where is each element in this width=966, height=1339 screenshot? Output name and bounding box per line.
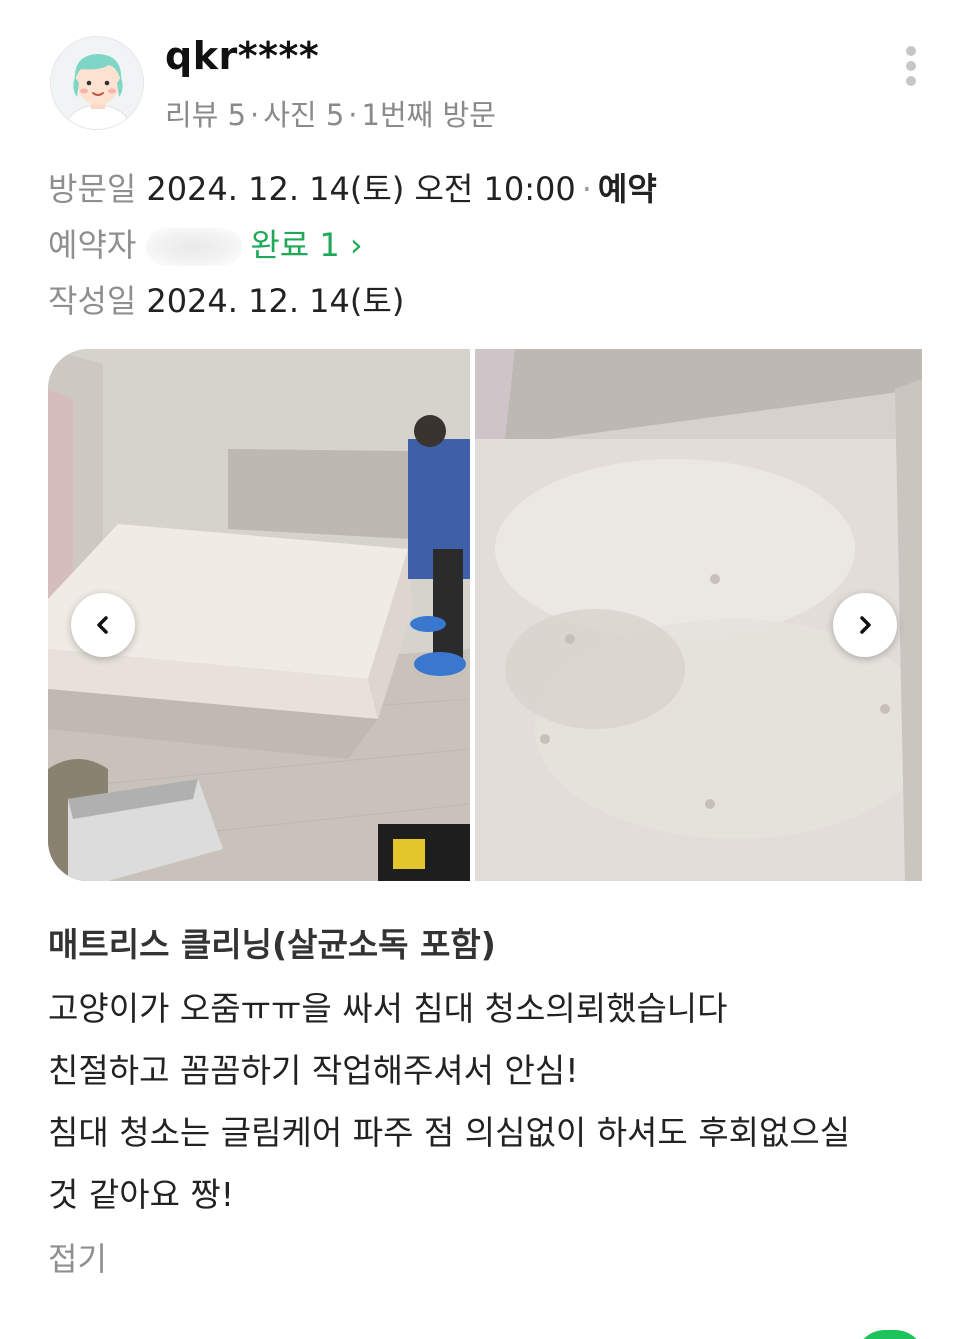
more-vertical-icon [906,61,916,71]
separator-dot: · [581,170,592,208]
username[interactable]: qkr**** [165,34,319,78]
photo-count: 사진 5 [263,98,345,132]
more-vertical-icon [906,76,916,86]
booking-status-link[interactable]: 완료 1 › [250,226,362,264]
more-options-button[interactable] [894,40,928,92]
visit-date-row: 방문일 2024. 12. 14(토) 오전 10:00 · 예약 [48,164,657,210]
floating-action-button[interactable] [855,1330,925,1339]
written-date-row: 작성일 2024. 12. 14(토) [48,276,404,322]
review-line: 침대 청소는 글림케어 파주 점 의심없이 하셔도 후회없으실 [48,1113,851,1152]
service-title: 매트리스 클리닝(살균소독 포함) [48,925,496,964]
review-line: 친절하고 꼼꼼하기 작업해주셔서 안심! [48,1051,579,1090]
avatar-icon [51,37,143,129]
booker-row: 예약자 완료 1 › [48,220,363,266]
written-date-label: 작성일 [48,282,137,320]
visit-type: 예약 [597,170,657,208]
separator-dot: · [348,98,358,132]
review-body: 고양이가 오줌ㅠㅠ을 싸서 침대 청소의뢰했습니다 친절하고 꼼꼼하기 작업해주… [48,978,928,1226]
collapse-button[interactable]: 접기 [48,1234,107,1280]
avatar[interactable] [50,36,144,130]
review-line: 것 같아요 짱! [48,1175,235,1214]
written-date-value: 2024. 12. 14(토) [146,282,405,320]
more-vertical-icon [906,46,916,56]
separator-dot: · [250,98,260,132]
next-photo-button[interactable] [833,593,897,657]
visit-date-value: 2024. 12. 14(토) 오전 10:00 [146,170,576,208]
chevron-right-icon [860,616,871,634]
previous-photo-button[interactable] [71,593,135,657]
booker-label: 예약자 [48,226,137,264]
review-count: 리뷰 5 [165,98,247,132]
visit-count: 1번째 방문 [361,98,496,132]
chevron-left-icon [97,616,108,634]
review-line: 고양이가 오줌ㅠㅠ을 싸서 침대 청소의뢰했습니다 [48,989,728,1028]
user-stats: 리뷰 5 · 사진 5 · 1번째 방문 [165,92,496,134]
visit-date-label: 방문일 [48,170,137,208]
blurred-booker-name [146,228,243,266]
